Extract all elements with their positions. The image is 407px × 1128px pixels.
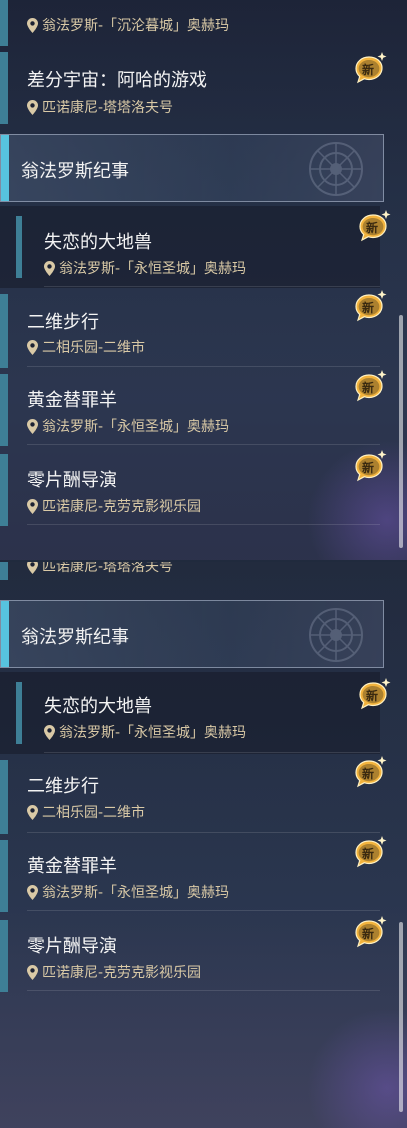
quest-location: 翁法罗斯-「沉沦暮城」奥赫玛 (27, 15, 229, 35)
quest-location: 二相乐园-二维市 (27, 802, 145, 822)
row-divider (27, 832, 380, 833)
quest-location-text: 匹诺康尼-塔塔洛夫号 (42, 562, 174, 575)
quest-title: 零片酬导演 (27, 936, 117, 957)
quest-location-text: 二相乐园-二维市 (42, 340, 146, 356)
new-badge-label: 新 (362, 63, 375, 77)
quest-row[interactable]: 二维步行 二相乐园-二维市 新 (0, 294, 380, 368)
quest-location-text: 二相乐园-二维市 (42, 805, 146, 821)
row-divider (44, 752, 380, 753)
row-divider (27, 366, 380, 367)
quest-row[interactable]: 零片酬导演 匹诺康尼-克劳克影视乐园 新 (0, 920, 380, 992)
new-badge-label: 新 (362, 381, 375, 395)
row-accent-stripe (0, 374, 8, 446)
row-accent-stripe (16, 682, 22, 744)
row-accent-stripe (0, 920, 8, 992)
quest-location-text: 翁法罗斯-「永恒圣城」奥赫玛 (59, 261, 247, 277)
quest-location-text: 翁法罗斯-「永恒圣城」奥赫玛 (59, 725, 247, 741)
quest-location-text: 翁法罗斯-「永恒圣城」奥赫玛 (42, 885, 230, 901)
quest-location: 匹诺康尼-克劳克影视乐园 (27, 962, 201, 982)
scrollbar-thumb[interactable] (399, 922, 403, 1112)
quest-row[interactable]: 匹诺康尼-塔塔洛夫号 (0, 562, 380, 580)
location-pin-icon (27, 885, 38, 900)
row-accent-stripe (0, 0, 8, 46)
background-glow (307, 1008, 407, 1128)
row-accent-stripe (0, 562, 8, 580)
quest-row[interactable]: 零片酬导演 匹诺康尼-克劳克影视乐园 新 (0, 454, 380, 526)
row-divider (27, 444, 380, 445)
row-accent-stripe (16, 216, 22, 278)
quest-title: 失恋的大地兽 (44, 696, 152, 717)
location-pin-icon (27, 805, 38, 820)
quest-list-screen-top: 翁法罗斯-「沉沦暮城」奥赫玛 差分宇宙：阿哈的游戏 匹诺康尼-塔塔洛夫号 新 翁… (0, 0, 407, 560)
quest-location: 翁法罗斯-「永恒圣城」奥赫玛 (27, 882, 229, 902)
quest-location: 二相乐园-二维市 (27, 337, 145, 357)
location-pin-icon (27, 100, 38, 115)
location-pin-icon (27, 419, 38, 434)
row-accent-stripe (0, 454, 8, 526)
quest-row[interactable]: 翁法罗斯-「沉沦暮城」奥赫玛 (0, 0, 380, 46)
quest-title: 零片酬导演 (27, 470, 117, 491)
quest-location: 翁法罗斯-「永恒圣城」奥赫玛 (44, 722, 246, 742)
quest-title: 黄金替罪羊 (27, 390, 117, 411)
quest-location: 匹诺康尼-克劳克影视乐园 (27, 496, 201, 516)
quest-title: 二维步行 (27, 312, 99, 333)
row-divider (27, 990, 380, 991)
quest-title: 黄金替罪羊 (27, 856, 117, 877)
new-badge-label: 新 (366, 689, 379, 703)
location-pin-icon (44, 261, 55, 276)
row-divider (27, 910, 380, 911)
new-badge-label: 新 (362, 461, 375, 475)
quest-location-text: 匹诺康尼-克劳克影视乐园 (42, 499, 202, 515)
quest-row-selected[interactable]: 失恋的大地兽 翁法罗斯-「永恒圣城」奥赫玛 新 (0, 206, 380, 288)
location-pin-icon (27, 562, 38, 574)
section-header-accent (1, 135, 9, 201)
new-badge-label: 新 (362, 927, 375, 941)
quest-location: 匹诺康尼-塔塔洛夫号 (27, 562, 173, 576)
quest-location-text: 翁法罗斯-「沉沦暮城」奥赫玛 (42, 18, 230, 34)
location-pin-icon (27, 340, 38, 355)
quest-row[interactable]: 黄金替罪羊 翁法罗斯-「永恒圣城」奥赫玛 新 (0, 840, 380, 912)
quest-row[interactable]: 黄金替罪羊 翁法罗斯-「永恒圣城」奥赫玛 新 (0, 374, 380, 446)
row-accent-stripe (0, 760, 8, 834)
quest-location: 匹诺康尼-塔塔洛夫号 (27, 97, 173, 117)
quest-location-text: 匹诺康尼-克劳克影视乐园 (42, 965, 202, 981)
section-title: 翁法罗斯纪事 (21, 161, 129, 182)
location-pin-icon (27, 499, 38, 514)
location-pin-icon (44, 725, 55, 740)
section-header[interactable]: 翁法罗斯纪事 (0, 134, 384, 202)
new-badge-label: 新 (366, 221, 379, 235)
quest-title: 差分宇宙：阿哈的游戏 (27, 70, 207, 91)
location-pin-icon (27, 965, 38, 980)
section-header-accent (1, 601, 9, 667)
quest-list-screen-bottom: 匹诺康尼-塔塔洛夫号 翁法罗斯纪事 失恋的大地兽 翁法罗斯-「永恒圣城」奥赫玛 … (0, 562, 407, 1128)
quest-row[interactable]: 差分宇宙：阿哈的游戏 匹诺康尼-塔塔洛夫号 新 (0, 52, 380, 124)
new-badge-label: 新 (362, 301, 375, 315)
row-accent-stripe (0, 840, 8, 912)
quest-location-text: 匹诺康尼-塔塔洛夫号 (42, 100, 174, 116)
quest-title: 失恋的大地兽 (44, 232, 152, 253)
faction-emblem-icon (301, 605, 371, 665)
scrollbar-thumb[interactable] (399, 315, 403, 548)
row-accent-stripe (0, 294, 8, 368)
section-title: 翁法罗斯纪事 (21, 627, 129, 648)
faction-emblem-icon (301, 139, 371, 199)
quest-location: 翁法罗斯-「永恒圣城」奥赫玛 (44, 258, 246, 278)
quest-location-text: 翁法罗斯-「永恒圣城」奥赫玛 (42, 419, 230, 435)
quest-row-selected[interactable]: 失恋的大地兽 翁法罗斯-「永恒圣城」奥赫玛 新 (0, 672, 380, 754)
quest-location: 翁法罗斯-「永恒圣城」奥赫玛 (27, 416, 229, 436)
quest-title: 二维步行 (27, 776, 99, 797)
row-divider (44, 286, 380, 287)
new-badge-label: 新 (362, 847, 375, 861)
row-divider (27, 524, 380, 525)
new-badge-label: 新 (362, 767, 375, 781)
section-header[interactable]: 翁法罗斯纪事 (0, 600, 384, 668)
quest-row[interactable]: 二维步行 二相乐园-二维市 新 (0, 760, 380, 834)
row-accent-stripe (0, 52, 8, 124)
location-pin-icon (27, 18, 38, 33)
